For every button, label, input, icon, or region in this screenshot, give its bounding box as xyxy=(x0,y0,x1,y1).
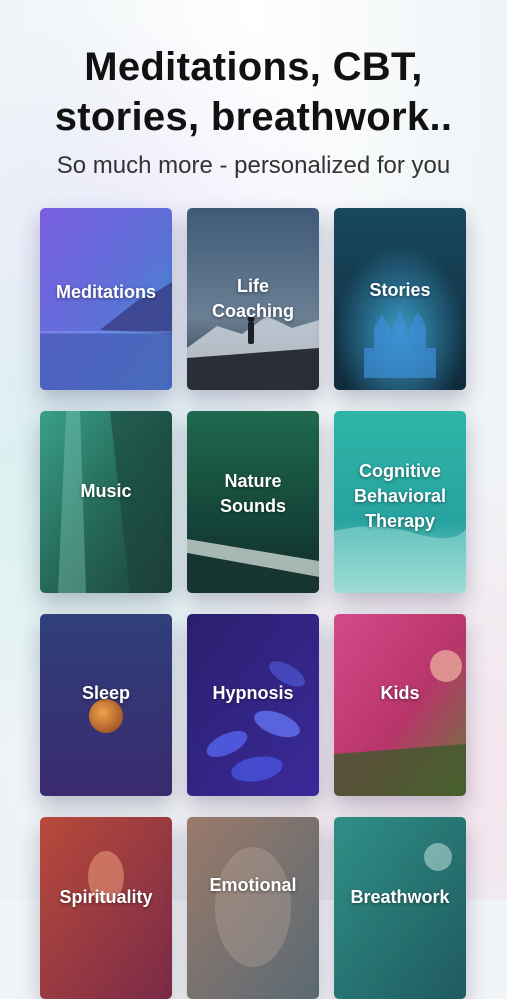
category-tile-cbt[interactable]: Cognitive Behavioral Therapy xyxy=(334,411,466,593)
category-tile-spirituality[interactable]: Spirituality xyxy=(40,817,172,999)
tile-label: Music xyxy=(80,481,132,501)
category-tile-music[interactable]: Music xyxy=(40,411,172,593)
tile-label: Hypnosis xyxy=(212,683,294,703)
tile-label: Life Coaching xyxy=(211,276,294,321)
tile-label: Kids xyxy=(380,683,420,703)
headline: Meditations, CBT, stories, breathwork.. xyxy=(0,42,507,142)
category-tile-kids[interactable]: Kids xyxy=(334,614,466,796)
category-tile-meditations[interactable]: Meditations xyxy=(40,208,172,390)
category-tile-life-coaching[interactable]: Life Coaching xyxy=(187,208,319,390)
tile-label: Meditations xyxy=(55,282,156,302)
category-tile-nature-sounds[interactable]: Nature Sounds xyxy=(187,411,319,593)
tile-label: Cognitive Behavioral Therapy xyxy=(353,461,447,531)
tile-label: Stories xyxy=(369,280,431,300)
tile-label: Emotional xyxy=(209,875,297,895)
category-tile-sleep[interactable]: Sleep xyxy=(40,614,172,796)
headline-line-1: Meditations, CBT, xyxy=(84,45,423,89)
tile-label: Spirituality xyxy=(59,887,153,907)
subtitle: So much more - personalized for you xyxy=(56,152,451,179)
category-tile-emotional[interactable]: Emotional xyxy=(187,817,319,999)
category-tile-breathwork[interactable]: Breathwork xyxy=(334,817,466,999)
tile-label: Nature Sounds xyxy=(220,471,286,516)
category-tile-stories[interactable]: Stories xyxy=(334,208,466,390)
headline-line-2: stories, breathwork.. xyxy=(54,95,453,139)
tile-label: Sleep xyxy=(81,683,131,703)
category-tile-hypnosis[interactable]: Hypnosis xyxy=(187,614,319,796)
category-grid: Meditations Life Coaching Stories Music … xyxy=(40,208,467,999)
misty-portrait-image xyxy=(187,817,319,999)
tile-label: Breathwork xyxy=(350,887,450,907)
